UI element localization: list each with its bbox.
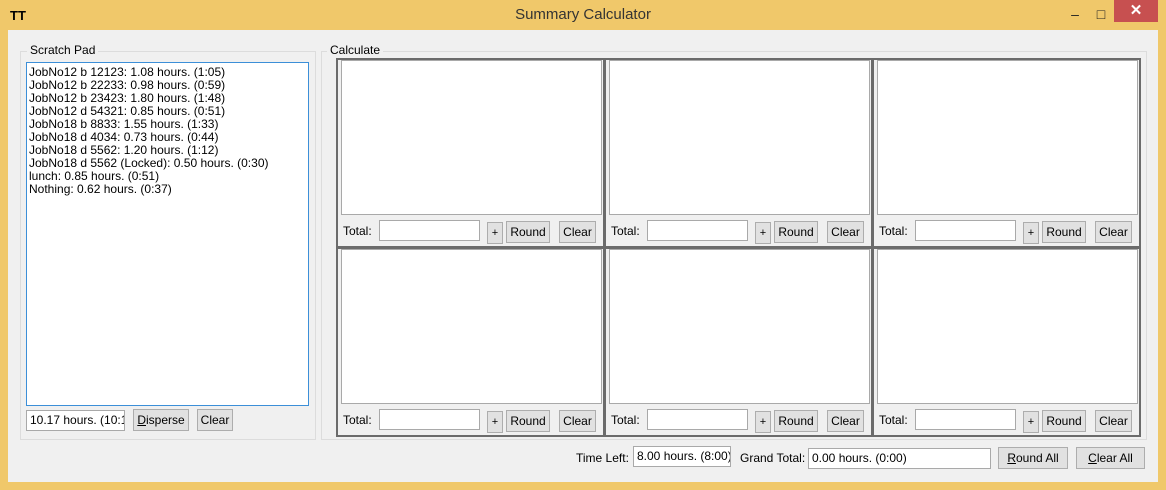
- clear-all-label: lear All: [1096, 451, 1133, 465]
- scratch-pad-total-field[interactable]: 10.17 hours. (10:10): [26, 410, 125, 431]
- calc-panel-textarea[interactable]: [609, 60, 870, 215]
- calc-total-label: Total:: [879, 413, 908, 427]
- calc-total-field[interactable]: [915, 220, 1016, 241]
- calc-round-button[interactable]: Round: [506, 221, 550, 243]
- round-all-button[interactable]: Round All: [998, 447, 1068, 469]
- calc-clear-button[interactable]: Clear: [559, 410, 596, 432]
- calc-clear-button[interactable]: Clear: [1095, 221, 1132, 243]
- calc-total-label: Total:: [343, 413, 372, 427]
- clear-all-button[interactable]: Clear All: [1076, 447, 1145, 469]
- calc-plus-button[interactable]: +: [755, 411, 771, 433]
- calc-clear-button[interactable]: Clear: [827, 221, 864, 243]
- calc-plus-button[interactable]: +: [487, 411, 503, 433]
- calc-round-button[interactable]: Round: [506, 410, 550, 432]
- calc-panel-textarea[interactable]: [341, 249, 602, 404]
- calc-total-field[interactable]: [915, 409, 1016, 430]
- calc-panel: Total: + Round Clear: [872, 58, 1141, 248]
- calc-total-field[interactable]: [379, 409, 480, 430]
- disperse-label: isperse: [145, 413, 185, 427]
- calc-panel: Total: + Round Clear: [604, 247, 873, 437]
- calc-clear-button[interactable]: Clear: [559, 221, 596, 243]
- scratch-clear-button[interactable]: Clear: [197, 409, 233, 431]
- calc-panel-textarea[interactable]: [609, 249, 870, 404]
- calc-total-field[interactable]: [379, 220, 480, 241]
- calc-panel-textarea[interactable]: [877, 249, 1138, 404]
- calc-round-button[interactable]: Round: [1042, 410, 1086, 432]
- disperse-mnemonic: D: [137, 413, 146, 427]
- calc-total-label: Total:: [611, 224, 640, 238]
- calc-panel: Total: + Round Clear: [336, 247, 605, 437]
- close-button[interactable]: ✕: [1114, 0, 1158, 22]
- calc-total-label: Total:: [611, 413, 640, 427]
- clear-all-mnemonic: C: [1088, 451, 1097, 465]
- round-all-mnemonic: R: [1007, 451, 1016, 465]
- calc-plus-button[interactable]: +: [1023, 222, 1039, 244]
- calc-round-button[interactable]: Round: [774, 410, 818, 432]
- calc-panel-textarea[interactable]: [877, 60, 1138, 215]
- scratch-pad-textarea[interactable]: JobNo12 b 12123: 1.08 hours. (1:05) JobNo…: [26, 62, 309, 406]
- calc-round-button[interactable]: Round: [774, 221, 818, 243]
- calc-total-label: Total:: [879, 224, 908, 238]
- calc-clear-button[interactable]: Clear: [1095, 410, 1132, 432]
- calc-clear-button[interactable]: Clear: [827, 410, 864, 432]
- time-left-label: Time Left:: [576, 451, 629, 465]
- calc-plus-button[interactable]: +: [487, 222, 503, 244]
- grand-total-field[interactable]: 0.00 hours. (0:00): [808, 448, 991, 469]
- calc-total-label: Total:: [343, 224, 372, 238]
- calc-total-field[interactable]: [647, 220, 748, 241]
- calculate-label: Calculate: [327, 43, 384, 57]
- scratch-pad-line: Nothing: 0.62 hours. (0:37): [29, 182, 172, 196]
- disperse-button[interactable]: Disperse: [133, 409, 189, 431]
- calc-plus-button[interactable]: +: [1023, 411, 1039, 433]
- calc-round-button[interactable]: Round: [1042, 221, 1086, 243]
- calc-plus-button[interactable]: +: [755, 222, 771, 244]
- calc-panel-textarea[interactable]: [341, 60, 602, 215]
- calc-panel: Total: + Round Clear: [872, 247, 1141, 437]
- round-all-label: ound All: [1015, 451, 1059, 465]
- scratch-pad-label: Scratch Pad: [27, 43, 99, 57]
- maximize-button[interactable]: □: [1086, 0, 1116, 30]
- window-title: Summary Calculator: [515, 6, 651, 23]
- calc-panel: Total: + Round Clear: [336, 58, 605, 248]
- calc-panel: Total: + Round Clear: [604, 58, 873, 248]
- grand-total-label: Grand Total:: [740, 451, 806, 465]
- time-left-field[interactable]: 8.00 hours. (8:00): [633, 446, 731, 467]
- calc-total-field[interactable]: [647, 409, 748, 430]
